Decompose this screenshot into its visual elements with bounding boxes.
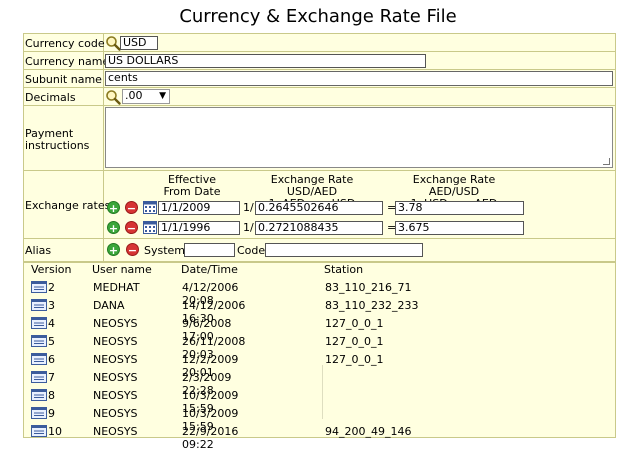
- station-cell: 127_0_0_1: [325, 317, 384, 330]
- currency-name-input[interactable]: US DOLLARS: [105, 54, 426, 68]
- version-number: 9: [48, 407, 55, 420]
- row-divider: [23, 238, 616, 239]
- version-number: 4: [48, 317, 55, 330]
- user-name-cell: NEOSYS: [93, 335, 138, 348]
- rate-usd-aed-input[interactable]: 0.2721088435: [255, 221, 383, 235]
- exchange-rates-label: Exchange rates: [25, 199, 111, 212]
- subunit-name-label: Subunit name: [25, 73, 102, 86]
- row-divider: [23, 170, 616, 171]
- currency-name-label: Currency name: [25, 55, 110, 68]
- calendar-icon[interactable]: [143, 221, 157, 234]
- alias-label: Alias: [25, 244, 52, 257]
- calendar-icon[interactable]: [143, 201, 157, 214]
- document-icon[interactable]: [31, 353, 47, 365]
- currency-code-input[interactable]: USD: [120, 36, 158, 50]
- version-number: 8: [48, 389, 55, 402]
- resize-handle[interactable]: [603, 158, 610, 165]
- station-column-divider: [322, 365, 323, 419]
- row-divider: [23, 69, 616, 70]
- date-time-cell: 22/9/2016 09:22: [182, 425, 239, 451]
- one-slash-text: 1/: [243, 201, 254, 214]
- user-name-cell: NEOSYS: [93, 425, 138, 438]
- station-cell: 127_0_0_1: [325, 335, 384, 348]
- version-header: Version: [31, 263, 72, 276]
- system-label: System:: [144, 244, 189, 257]
- decimals-value: .00: [125, 89, 143, 102]
- date-time-header: Date/Time: [181, 263, 238, 276]
- page-title: Currency & Exchange Rate File: [179, 6, 457, 27]
- add-rate-plus-icon[interactable]: +: [107, 221, 120, 235]
- effective-date-header: Effective From Date: [156, 174, 228, 198]
- version-number: 10: [48, 425, 62, 438]
- remove-rate-minus-icon[interactable]: −: [125, 221, 138, 235]
- document-icon[interactable]: [31, 425, 47, 437]
- user-name-cell: MEDHAT: [93, 281, 140, 294]
- document-icon[interactable]: [31, 281, 47, 293]
- rate-aed-usd-input[interactable]: 3.78: [395, 201, 524, 215]
- effective-date-header-line2: From Date: [163, 185, 221, 198]
- station-cell: 127_0_0_1: [325, 353, 384, 366]
- station-cell: 94_200_49_146: [325, 425, 412, 438]
- version-number: 7: [48, 371, 55, 384]
- station-header: Station: [324, 263, 364, 276]
- rate-aed-usd-header-line1: Exchange Rate AED/USD: [412, 173, 496, 198]
- document-icon[interactable]: [31, 317, 47, 329]
- station-cell: 83_110_216_71: [325, 281, 412, 294]
- effective-date-input[interactable]: 1/1/2009: [158, 201, 240, 215]
- user-name-cell: DANA: [93, 299, 125, 312]
- user-name-cell: NEOSYS: [93, 371, 138, 384]
- rate-aed-usd-input[interactable]: 3.675: [395, 221, 524, 235]
- magnifier-icon[interactable]: [105, 35, 121, 51]
- decimals-label: Decimals: [25, 91, 76, 104]
- document-icon[interactable]: [31, 407, 47, 419]
- alias-system-input[interactable]: [184, 243, 235, 257]
- user-name-cell: NEOSYS: [93, 353, 138, 366]
- user-name-cell: NEOSYS: [93, 317, 138, 330]
- subunit-name-input[interactable]: cents: [105, 71, 613, 86]
- station-cell: 83_110_232_233: [325, 299, 419, 312]
- row-divider: [23, 87, 616, 88]
- effective-date-input[interactable]: 1/1/1996: [158, 221, 240, 235]
- row-divider: [23, 105, 616, 106]
- add-alias-plus-icon[interactable]: +: [107, 243, 120, 257]
- currency-code-label: Currency code: [25, 37, 105, 50]
- version-number: 6: [48, 353, 55, 366]
- remove-rate-minus-icon[interactable]: −: [125, 201, 138, 215]
- rate-usd-aed-header-line1: Exchange Rate USD/AED: [270, 173, 354, 198]
- user-name-cell: NEOSYS: [93, 389, 138, 402]
- row-divider: [23, 51, 616, 52]
- rate-usd-aed-input[interactable]: 0.2645502646: [255, 201, 383, 215]
- document-icon[interactable]: [31, 299, 47, 311]
- alias-code-input[interactable]: [265, 243, 423, 257]
- one-slash-text: 1/: [243, 221, 254, 234]
- document-icon[interactable]: [31, 371, 47, 383]
- decimals-select[interactable]: .00 ▼: [122, 89, 170, 104]
- user-name-header: User name: [92, 263, 152, 276]
- remove-alias-minus-icon[interactable]: −: [126, 243, 139, 257]
- chevron-down-icon: ▼: [159, 91, 166, 101]
- magnifier-icon[interactable]: [105, 89, 121, 105]
- document-icon[interactable]: [31, 335, 47, 347]
- add-rate-plus-icon[interactable]: +: [107, 201, 120, 215]
- user-name-cell: NEOSYS: [93, 407, 138, 420]
- payment-instructions-textarea[interactable]: [105, 107, 613, 168]
- document-icon[interactable]: [31, 389, 47, 401]
- version-number: 3: [48, 299, 55, 312]
- version-number: 5: [48, 335, 55, 348]
- version-number: 2: [48, 281, 55, 294]
- payment-instructions-label: Payment instructions: [25, 128, 89, 152]
- payment-instructions-label-line2: instructions: [25, 139, 90, 152]
